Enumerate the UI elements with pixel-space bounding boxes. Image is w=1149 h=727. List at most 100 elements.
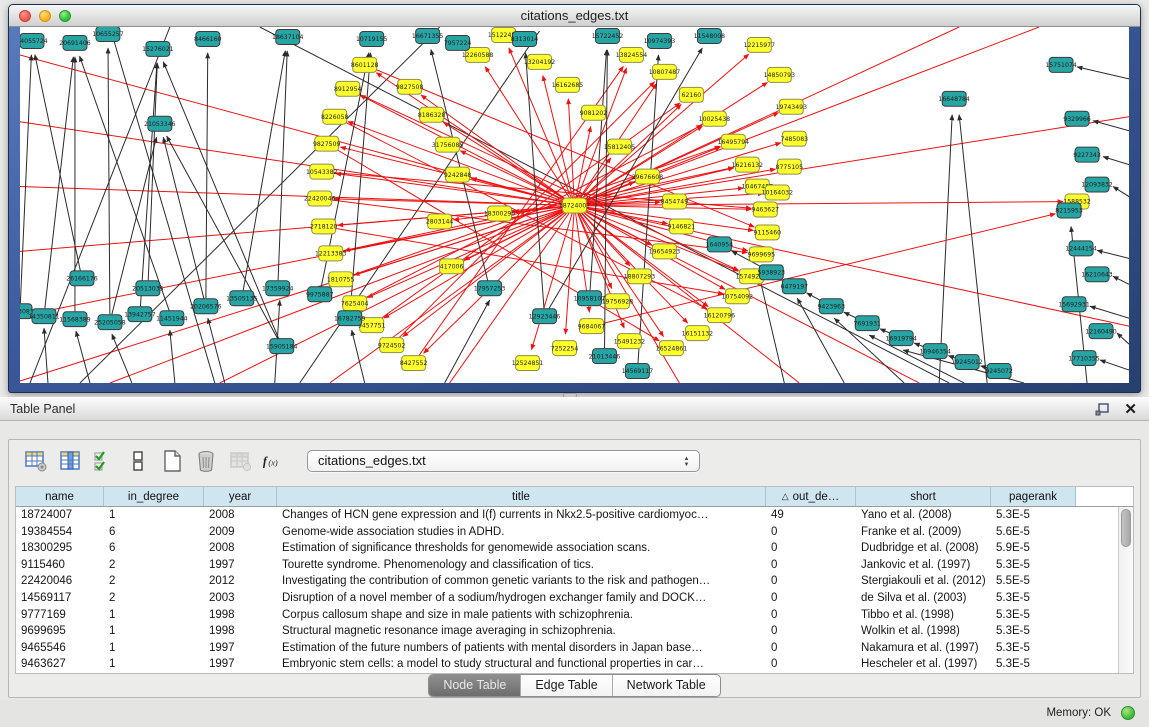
graph-node[interactable]: 15751074	[1045, 57, 1077, 72]
graph-node[interactable]: 18807293	[624, 269, 656, 284]
graph-node[interactable]: 7485083	[781, 131, 809, 146]
graph-node[interactable]: 417006	[440, 259, 464, 274]
graph-node[interactable]: 9245072	[985, 364, 1013, 379]
graph-node[interactable]: 10719155	[356, 31, 388, 46]
graph-node[interactable]: 17359924	[262, 281, 294, 296]
graph-node[interactable]: 10974393	[644, 33, 676, 48]
import-table-icon[interactable]	[227, 448, 253, 474]
graph-node[interactable]: 20206576	[190, 299, 222, 314]
table-row[interactable]: 911546021997Tourette syndrome. Phenomeno…	[16, 557, 1133, 574]
graph-node[interactable]: 18637104	[272, 29, 304, 44]
graph-node[interactable]: 7625404	[341, 296, 369, 311]
graph-node[interactable]: 9146821	[668, 219, 696, 234]
graph-node[interactable]: 16782759	[334, 311, 366, 326]
graph-node[interactable]: 9724502	[378, 338, 406, 353]
column-header-out_de[interactable]: △out_de…	[766, 487, 856, 506]
graph-node[interactable]: 19245012	[951, 355, 983, 370]
graph-node[interactable]: 9329966	[1063, 111, 1091, 126]
graph-node[interactable]: 11451944	[156, 311, 188, 326]
new-column-icon[interactable]	[159, 448, 185, 474]
graph-node[interactable]: 20513035	[132, 281, 164, 296]
graph-node[interactable]: 29676608	[632, 169, 664, 184]
graph-node[interactable]: 24055724	[20, 33, 48, 48]
table-row[interactable]: 2242004622012Investigating the contribut…	[16, 573, 1133, 590]
graph-node[interactable]: 8466160	[194, 31, 222, 46]
graph-node[interactable]: 12093832	[1081, 177, 1113, 192]
column-header-title[interactable]: title	[277, 487, 766, 506]
graph-node[interactable]: 18300295	[484, 206, 516, 221]
graph-node[interactable]: 6479197	[781, 279, 809, 294]
graph-node[interactable]: 2803144	[426, 214, 454, 229]
graph-node[interactable]: 25205058	[94, 315, 126, 330]
graph-node[interactable]: 9684067	[578, 319, 606, 334]
graph-node[interactable]: 8775105	[776, 159, 804, 174]
graph-node[interactable]: 10655257	[92, 27, 124, 41]
graph-node[interactable]: 13824554	[616, 47, 648, 62]
graph-node[interactable]: 22420046	[304, 191, 336, 206]
graph-node[interactable]: 15491232	[614, 334, 646, 349]
graph-node[interactable]: 21053346	[144, 116, 176, 131]
graph-node[interactable]: 15692931	[1058, 297, 1090, 312]
graph-node[interactable]: 9699695	[748, 247, 776, 262]
close-window-icon[interactable]	[19, 10, 31, 22]
network-table-dropdown[interactable]: citations_edges.txt▲▼	[307, 450, 700, 472]
graph-node[interactable]: 10958107	[574, 291, 606, 306]
graph-node[interactable]: 13505135	[226, 291, 258, 306]
graph-node[interactable]: 10164032	[762, 185, 794, 200]
graph-node[interactable]: 1810755	[327, 272, 355, 287]
graph-node[interactable]: 10754092	[722, 289, 754, 304]
table-row[interactable]: 1456911722003Disruption of a novel membe…	[16, 590, 1133, 607]
delete-column-icon[interactable]	[193, 448, 219, 474]
graph-node[interactable]: 14569117	[622, 364, 654, 379]
graph-node[interactable]: 8226058	[321, 109, 349, 124]
column-select-icon[interactable]	[57, 448, 83, 474]
table-scrollbar[interactable]	[1118, 507, 1133, 673]
graph-node[interactable]: 16151132	[682, 326, 714, 341]
table-row[interactable]: 1938455462009Genome-wide association stu…	[16, 524, 1133, 541]
network-view-window[interactable]: citations_edges.txt 18724007860112889129…	[8, 4, 1141, 393]
graph-node[interactable]: 16919794	[885, 331, 917, 346]
graph-node[interactable]: 12444154	[1065, 241, 1097, 256]
minimize-window-icon[interactable]	[39, 10, 51, 22]
graph-node[interactable]: 8912954	[334, 81, 362, 96]
graph-node[interactable]: 5938923	[758, 265, 786, 280]
graph-node[interactable]: 7691931	[853, 316, 881, 331]
column-header-in_degree[interactable]: in_degree	[104, 487, 204, 506]
tab-node-table[interactable]: Node Table	[429, 675, 521, 696]
graph-node[interactable]: 9463627	[752, 202, 780, 217]
graph-node[interactable]: 18724007	[559, 198, 591, 213]
graph-node[interactable]: 62160	[679, 87, 703, 102]
graph-node[interactable]: 12213383	[315, 246, 347, 261]
table-row[interactable]: 946362711997Embryonic stem cells: a mode…	[16, 656, 1133, 673]
graph-node[interactable]: 9081202	[580, 105, 608, 120]
graph-node[interactable]: 9242848	[444, 167, 472, 182]
graph-node[interactable]: 17957253	[474, 281, 506, 296]
table-settings-icon[interactable]	[23, 448, 49, 474]
graph-node[interactable]: 2718120	[310, 219, 338, 234]
graph-node[interactable]: 9827509	[313, 136, 341, 151]
column-header-year[interactable]: year	[204, 487, 277, 506]
graph-node[interactable]: 8313014	[511, 31, 539, 46]
float-panel-icon[interactable]	[1095, 403, 1110, 417]
graph-node[interactable]: 8427552	[400, 356, 428, 371]
graph-node[interactable]: 16162685	[552, 77, 584, 92]
graph-node[interactable]: 16671355	[412, 28, 444, 43]
graph-node[interactable]: 16495794	[718, 134, 750, 149]
graph-node[interactable]: 8186328	[418, 107, 446, 122]
graph-node[interactable]: 12215977	[744, 37, 776, 52]
graph-node[interactable]: 20691406	[59, 35, 91, 50]
graph-node[interactable]: 9423963	[818, 299, 846, 314]
graph-node[interactable]: 9115460	[754, 225, 782, 240]
window-titlebar[interactable]: citations_edges.txt	[9, 5, 1140, 27]
graph-node[interactable]: 9975887	[306, 287, 334, 302]
graph-node[interactable]: 1640954	[706, 237, 734, 252]
tab-edge-table[interactable]: Edge Table	[521, 675, 612, 696]
function-builder-icon[interactable]: f(x)	[261, 448, 287, 474]
graph-node[interactable]: 16648784	[938, 91, 970, 106]
graph-node[interactable]: 14350811	[28, 309, 60, 324]
column-header-short[interactable]: short	[856, 487, 991, 506]
graph-node[interactable]: 31756085	[432, 137, 464, 152]
graph-node[interactable]: 10946354	[919, 344, 951, 359]
close-panel-icon[interactable]: ✕	[1124, 401, 1137, 418]
table-row[interactable]: 977716911998Corpus callosum shape and si…	[16, 607, 1133, 624]
